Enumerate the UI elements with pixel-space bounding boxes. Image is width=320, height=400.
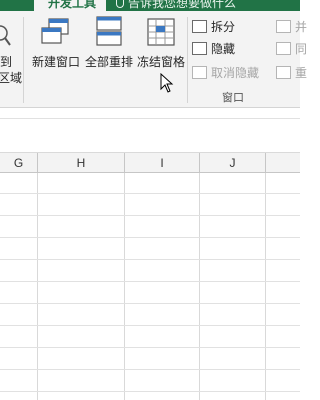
- split-label: 拆分: [211, 19, 236, 34]
- worksheet-grid[interactable]: [0, 173, 300, 400]
- tab-developer[interactable]: 开发工具: [34, 0, 106, 11]
- unhide-label: 取消隐藏: [211, 65, 260, 80]
- column-header-i[interactable]: I: [125, 153, 200, 173]
- grid-vline: [265, 173, 266, 400]
- reset-position-label: 重: [295, 65, 308, 80]
- grid-hline: [0, 237, 300, 238]
- new-window-icon: [41, 18, 69, 44]
- reset-position-icon: [276, 65, 291, 79]
- column-header-k[interactable]: [266, 153, 306, 173]
- zoom-selection-icon: [0, 25, 11, 46]
- arrange-all-icon: [96, 16, 122, 46]
- new-window-button[interactable]: 新建窗口: [32, 53, 80, 70]
- split-button[interactable]: 拆分: [192, 17, 235, 35]
- window-group-label: 窗口: [222, 92, 244, 104]
- button-separator: [187, 17, 188, 103]
- formula-bar-area: [0, 108, 300, 152]
- sync-scroll-icon: [276, 41, 291, 55]
- column-header-h[interactable]: H: [38, 153, 125, 173]
- mouse-cursor-icon: [160, 73, 174, 93]
- tab-developer-label: 开发工具: [48, 0, 97, 10]
- sync-scroll-button[interactable]: 同: [276, 39, 307, 57]
- reset-position-button[interactable]: 重: [276, 63, 307, 81]
- grid-hline: [0, 259, 300, 260]
- grid-vline: [199, 173, 200, 400]
- zoom-selection-label-2[interactable]: 区域: [0, 69, 22, 86]
- grid-hline: [0, 303, 300, 304]
- grid-hline: [0, 369, 300, 370]
- unhide-button[interactable]: 取消隐藏: [192, 63, 259, 81]
- grid-vline: [124, 173, 125, 400]
- grid-hline: [0, 347, 300, 348]
- tell-me-search[interactable]: 告诉我您想要做什么: [128, 0, 236, 11]
- column-header-g[interactable]: G: [0, 153, 38, 173]
- side-by-side-icon: [276, 19, 291, 33]
- arrange-all-button[interactable]: 全部重排: [85, 53, 133, 70]
- freeze-panes-button[interactable]: 冻结窗格: [137, 53, 185, 70]
- hide-icon: [192, 41, 207, 55]
- grid-vline: [37, 173, 38, 400]
- grid-hline: [0, 325, 300, 326]
- zoom-selection-label-1[interactable]: 到: [0, 53, 12, 70]
- lightbulb-icon: [116, 0, 124, 8]
- grid-hline: [0, 391, 300, 392]
- split-icon: [192, 19, 207, 33]
- ribbon: 到 区域 新建窗口 全部重排 冻结窗格 拆分 隐藏 取消隐藏 并 同 重 窗口: [0, 11, 307, 108]
- column-headers: G H I J: [0, 152, 300, 173]
- grid-hline: [0, 281, 300, 282]
- side-by-side-label: 并: [295, 19, 308, 34]
- group-separator: [23, 17, 24, 103]
- hide-button[interactable]: 隐藏: [192, 39, 235, 57]
- title-bar: 开发工具 告诉我您想要做什么: [0, 0, 300, 11]
- sync-scroll-label: 同: [295, 41, 308, 56]
- column-header-j[interactable]: J: [200, 153, 266, 173]
- grid-hline: [0, 215, 300, 216]
- grid-hline: [0, 193, 300, 194]
- formula-bar-divider: [0, 118, 300, 119]
- freeze-panes-icon: [147, 18, 175, 46]
- hide-label: 隐藏: [211, 41, 236, 56]
- view-side-by-side-button[interactable]: 并: [276, 17, 307, 35]
- unhide-icon: [192, 65, 207, 79]
